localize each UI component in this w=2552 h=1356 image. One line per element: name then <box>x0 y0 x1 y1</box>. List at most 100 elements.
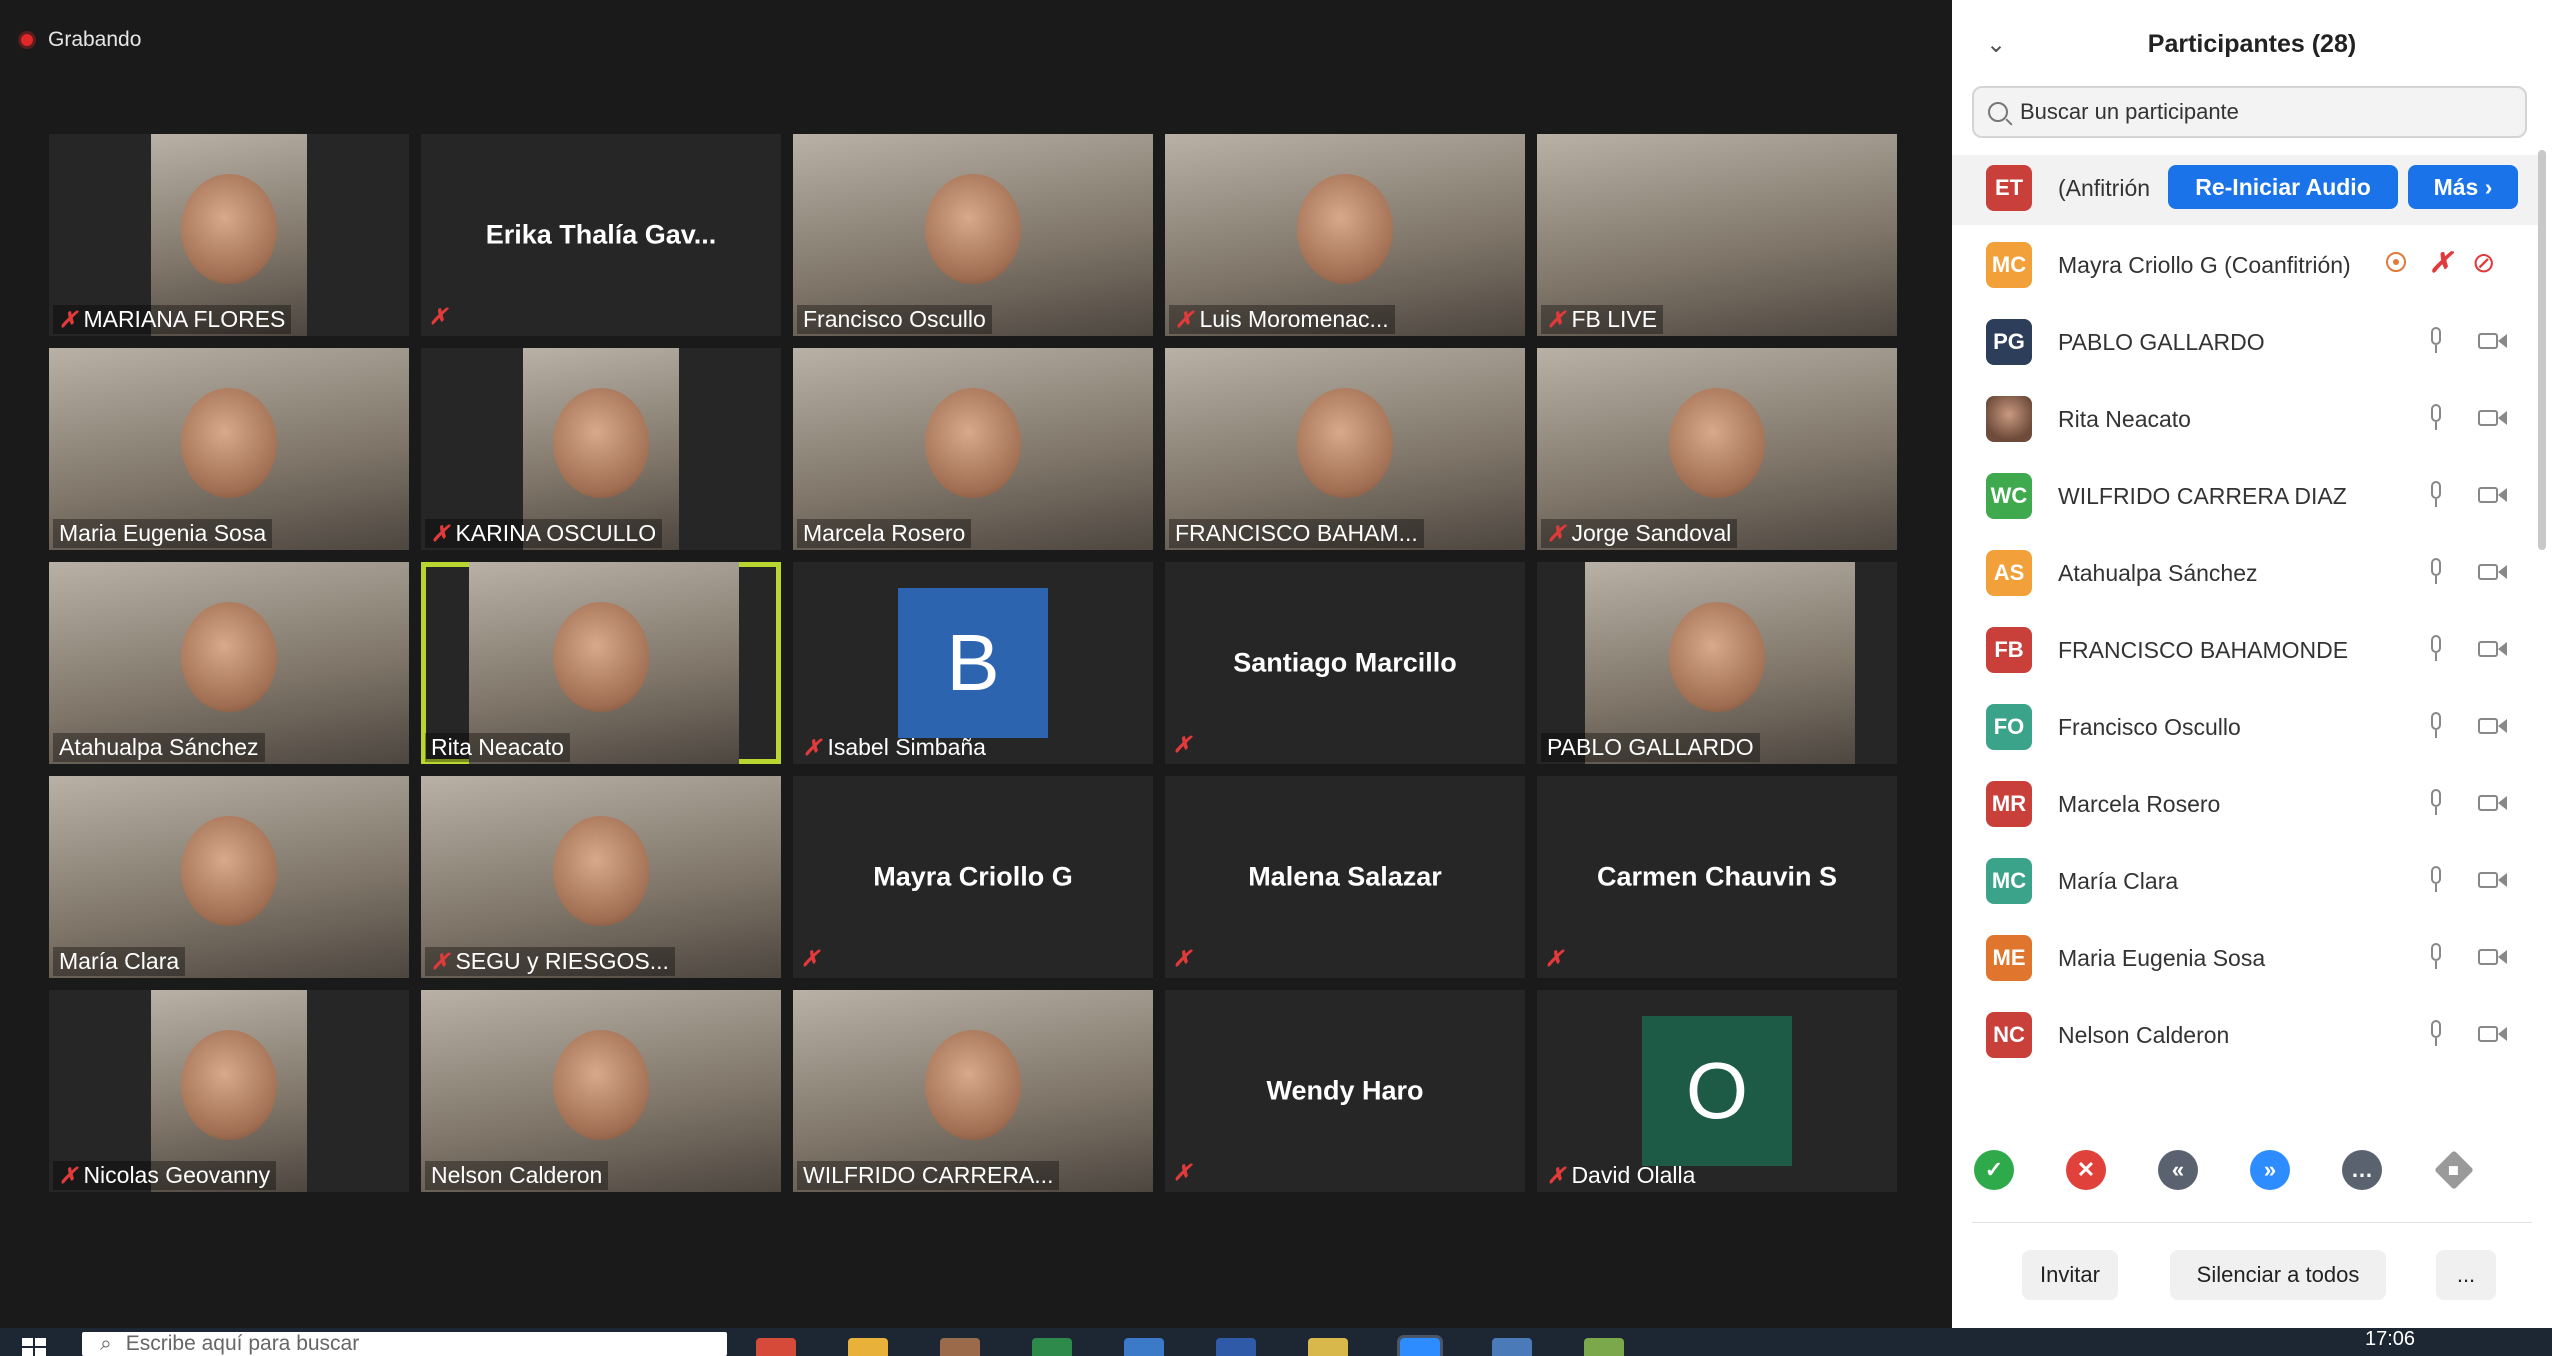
video-tile[interactable]: Carmen Chauvin S ✗ <box>1537 776 1897 978</box>
excel-icon[interactable] <box>1032 1338 1072 1356</box>
participant-search-input[interactable]: Buscar un participante <box>1972 86 2527 138</box>
participant-row[interactable]: NC Nelson Calderon <box>1952 1002 2542 1072</box>
video-tile[interactable]: FRANCISCO BAHAM... <box>1165 348 1525 550</box>
host-row[interactable]: ET (Anfitrión Re-Iniciar Audio Más › <box>1952 155 2542 225</box>
video-tile[interactable]: ✗ Nicolas Geovanny <box>49 990 409 1192</box>
camera-icon[interactable] <box>2478 641 2508 659</box>
microphone-icon[interactable] <box>2429 404 2443 432</box>
video-tile[interactable]: Santiago Marcillo ✗ <box>1165 562 1525 764</box>
windows-start-icon[interactable] <box>22 1338 48 1356</box>
video-tile[interactable]: Erika Thalía Gav... ✗ <box>421 134 781 336</box>
video-tile[interactable]: O ✗ David Olalla <box>1537 990 1897 1192</box>
invite-button[interactable]: Invitar <box>2022 1250 2118 1300</box>
participant-face <box>553 388 649 498</box>
clear-icon[interactable]: ◆ <box>2434 1150 2474 1190</box>
camera-icon[interactable] <box>2478 872 2508 890</box>
participant-row[interactable]: FO Francisco Oscullo <box>1952 694 2542 764</box>
microphone-icon[interactable] <box>2429 712 2443 740</box>
file-explorer-icon[interactable] <box>848 1338 888 1356</box>
participant-name: WILFRIDO CARRERA DIAZ <box>2058 483 2347 509</box>
camera-icon[interactable] <box>2478 487 2508 505</box>
video-tile[interactable]: Rita Neacato <box>421 562 781 764</box>
participant-row[interactable]: AS Atahualpa Sánchez <box>1952 540 2542 610</box>
video-tile[interactable]: ✗ FB LIVE <box>1537 134 1897 336</box>
app-icon[interactable] <box>940 1338 980 1356</box>
participant-caption: Marcela Rosero <box>797 519 972 548</box>
video-tile[interactable]: Maria Eugenia Sosa <box>49 348 409 550</box>
video-tile[interactable]: ✗ SEGU y RIESGOS... <box>421 776 781 978</box>
go-slower-icon[interactable]: « <box>2158 1150 2198 1190</box>
video-tile[interactable]: PABLO GALLARDO <box>1537 562 1897 764</box>
camera-icon[interactable] <box>2478 333 2508 351</box>
mic-muted-icon: ✗ <box>431 948 450 974</box>
camera-icon[interactable] <box>2478 795 2508 813</box>
participant-row[interactable]: MC Mayra Criollo G (Coanfitrión) ✗ ⊘ <box>1952 232 2542 302</box>
participant-name: Nelson Calderon <box>2058 1022 2230 1048</box>
participant-row[interactable]: FB FRANCISCO BAHAMONDE <box>1952 617 2542 687</box>
video-tile[interactable]: ✗ MARIANA FLORES <box>49 134 409 336</box>
video-tile[interactable]: María Clara <box>49 776 409 978</box>
mute-all-button[interactable]: Silenciar a todos <box>2170 1250 2386 1300</box>
microphone-icon[interactable] <box>2429 327 2443 355</box>
reinitiate-audio-button[interactable]: Re-Iniciar Audio <box>2168 165 2398 209</box>
taskbar-search-input[interactable]: ⌕ Escribe aquí para buscar <box>82 1332 727 1356</box>
taskbar-search-placeholder: Escribe aquí para buscar <box>125 1332 360 1355</box>
participant-row[interactable]: PG PABLO GALLARDO <box>1952 309 2542 379</box>
participant-name: KARINA OSCULLO <box>455 520 657 546</box>
video-tile[interactable]: ✗ Luis Moromenac... <box>1165 134 1525 336</box>
video-tile[interactable]: Wendy Haro ✗ <box>1165 990 1525 1192</box>
participant-caption: Maria Eugenia Sosa <box>53 519 273 548</box>
video-tile[interactable]: Nelson Calderon <box>421 990 781 1192</box>
host-label: (Anfitrión <box>2058 175 2151 201</box>
host-avatar: ET <box>1986 165 2032 211</box>
participant-row[interactable]: WC WILFRIDO CARRERA DIAZ <box>1952 463 2542 533</box>
go-faster-icon[interactable]: » <box>2250 1150 2290 1190</box>
no-icon[interactable]: ✕ <box>2066 1150 2106 1190</box>
participant-face <box>553 816 649 926</box>
participant-row[interactable]: Rita Neacato <box>1952 386 2542 456</box>
microphone-icon[interactable] <box>2429 943 2443 971</box>
microphone-icon[interactable] <box>2429 1020 2443 1048</box>
zoom-icon[interactable] <box>1397 1335 1443 1356</box>
recording-indicator: Grabando <box>18 28 141 52</box>
microphone-icon[interactable] <box>2429 481 2443 509</box>
participant-row[interactable]: MC María Clara <box>1952 848 2542 918</box>
video-tile[interactable]: Francisco Oscullo <box>793 134 1153 336</box>
video-tile[interactable]: B ✗ Isabel Simbaña <box>793 562 1153 764</box>
participant-list-scrollbar[interactable] <box>2538 150 2546 550</box>
video-tile[interactable]: Atahualpa Sánchez <box>49 562 409 764</box>
app-icon[interactable] <box>1308 1338 1348 1356</box>
word-icon[interactable] <box>1216 1338 1256 1356</box>
participant-row[interactable]: MR Marcela Rosero <box>1952 771 2542 841</box>
camera-icon[interactable] <box>2478 1026 2508 1044</box>
mic-muted-icon: ✗ <box>801 946 820 971</box>
yes-icon[interactable]: ✓ <box>1974 1150 2014 1190</box>
microphone-icon[interactable] <box>2429 866 2443 894</box>
camera-off-icon[interactable]: ⊘ <box>2472 246 2495 279</box>
more-reactions-icon[interactable]: … <box>2342 1150 2382 1190</box>
video-tile[interactable]: WILFRIDO CARRERA... <box>793 990 1153 1192</box>
participant-avatar: FB <box>1986 627 2032 673</box>
camera-icon[interactable] <box>2478 949 2508 967</box>
video-tile[interactable]: Malena Salazar ✗ <box>1165 776 1525 978</box>
more-options-button[interactable]: ... <box>2436 1250 2496 1300</box>
camera-icon[interactable] <box>2478 718 2508 736</box>
camera-icon[interactable] <box>2478 564 2508 582</box>
camera-icon[interactable] <box>2478 410 2508 428</box>
more-button[interactable]: Más › <box>2408 165 2518 209</box>
mic-muted-icon[interactable]: ✗ <box>2429 246 2452 279</box>
participant-row[interactable]: ME Maria Eugenia Sosa <box>1952 925 2542 995</box>
participant-face <box>1669 602 1765 712</box>
participant-avatar: MC <box>1986 242 2032 288</box>
microphone-icon[interactable] <box>2429 635 2443 663</box>
video-tile[interactable]: Mayra Criollo G ✗ <box>793 776 1153 978</box>
video-tile[interactable]: Marcela Rosero <box>793 348 1153 550</box>
video-tile[interactable]: ✗ Jorge Sandoval <box>1537 348 1897 550</box>
edge-icon[interactable] <box>1124 1338 1164 1356</box>
microphone-icon[interactable] <box>2429 558 2443 586</box>
video-tile[interactable]: ✗ KARINA OSCULLO <box>421 348 781 550</box>
app-icon[interactable] <box>1492 1338 1532 1356</box>
microphone-icon[interactable] <box>2429 789 2443 817</box>
app-icon[interactable] <box>1584 1338 1624 1356</box>
chrome-icon[interactable] <box>756 1338 796 1356</box>
